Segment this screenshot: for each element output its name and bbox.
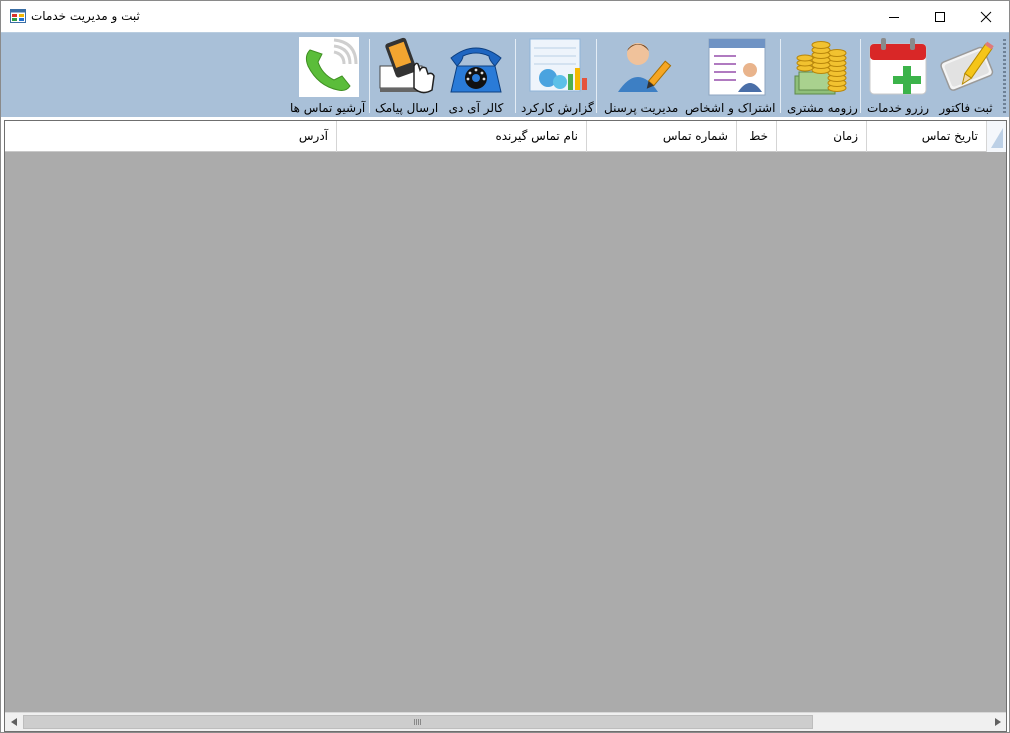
scrollbar-thumb[interactable] (23, 715, 813, 729)
select-all-corner[interactable] (986, 121, 1006, 152)
grid-body[interactable] (5, 152, 1006, 712)
report-chart-icon (529, 38, 588, 92)
toolbar-button-call-archive[interactable]: آرشیو تماس ها (290, 36, 365, 116)
column-header-caller-name[interactable]: نام تماس گیرنده (336, 121, 586, 152)
toolbar-label: کالر آی دی (448, 101, 504, 115)
column-header-phone-number[interactable]: شماره تماس (586, 121, 736, 152)
toolbar-label: ثبت فاکتور (939, 101, 993, 115)
toolbar-grip[interactable] (1003, 39, 1006, 113)
toolbar-separator (369, 39, 370, 113)
arrow-left-icon (10, 718, 17, 726)
minimize-icon (889, 16, 899, 18)
column-header-line[interactable]: خط (736, 121, 776, 152)
thumb-grip-icon (414, 719, 422, 725)
telephone-icon (450, 47, 502, 93)
toolbar-separator (860, 39, 861, 113)
toolbar-button-customer-resume[interactable]: رزومه مشتری (787, 36, 858, 116)
calls-grid[interactable]: تاریخ تماس زمان خط شماره تماس نام تماس گ… (4, 120, 1007, 732)
toolbar-button-subscriptions[interactable]: اشتراک و اشخاص (685, 36, 775, 116)
arrow-right-icon (994, 718, 1001, 726)
close-icon (980, 11, 992, 22)
toolbar-label: مدیریت پرسنل (604, 101, 679, 115)
toolbar-label: گزارش کارکرد (521, 101, 594, 115)
app-window: ثبت و مدیریت خدمات ثبت فاکتور رزرو خدمات… (0, 0, 1010, 733)
contact-card-icon (708, 38, 766, 96)
calendar-add-icon (869, 38, 927, 95)
column-header-address[interactable]: آدرس (5, 121, 336, 152)
toolbar-button-invoice[interactable]: ثبت فاکتور (935, 36, 997, 116)
toolbar-separator (780, 39, 781, 113)
toolbar-button-personnel[interactable]: مدیریت پرسنل (604, 36, 678, 116)
toolbar-separator (596, 39, 597, 113)
toolbar-label: ارسال پیامک (375, 101, 439, 115)
toolbar-button-reserve[interactable]: رزرو خدمات (867, 36, 929, 116)
minimize-button[interactable] (871, 1, 917, 32)
window-title: ثبت و مدیریت خدمات (31, 9, 140, 23)
horizontal-scrollbar[interactable] (5, 712, 1006, 731)
phone-call-icon (298, 37, 359, 97)
title-bar[interactable]: ثبت و مدیریت خدمات (1, 1, 1009, 32)
coins-money-icon (794, 41, 847, 95)
toolbar-label: اشتراک و اشخاص (685, 101, 776, 115)
invoice-pencil-icon (940, 41, 994, 91)
user-edit-icon (618, 43, 672, 92)
mobile-touch-icon (379, 37, 435, 94)
grid-header: تاریخ تماس زمان خط شماره تماس نام تماس گ… (5, 121, 1006, 152)
toolbar-label: رزومه مشتری (787, 101, 858, 115)
scroll-left-button[interactable] (5, 713, 22, 731)
main-toolbar: ثبت فاکتور رزرو خدمات رزومه مشتری اشتراک… (1, 32, 1009, 117)
column-header-call-date[interactable]: تاریخ تماس (866, 121, 986, 152)
maximize-button[interactable] (917, 1, 963, 32)
maximize-icon (935, 11, 945, 22)
toolbar-button-send-sms[interactable]: ارسال پیامک (375, 36, 438, 116)
close-button[interactable] (963, 1, 1009, 32)
toolbar-button-caller-id[interactable]: کالر آی دی (445, 36, 507, 116)
scroll-right-button[interactable] (989, 713, 1006, 731)
toolbar-label: رزرو خدمات (867, 101, 930, 115)
app-icon (10, 9, 26, 23)
toolbar-button-work-report[interactable]: گزارش کارکرد (521, 36, 594, 116)
toolbar-label: آرشیو تماس ها (290, 101, 366, 115)
column-header-time[interactable]: زمان (776, 121, 866, 152)
toolbar-separator (515, 39, 516, 113)
